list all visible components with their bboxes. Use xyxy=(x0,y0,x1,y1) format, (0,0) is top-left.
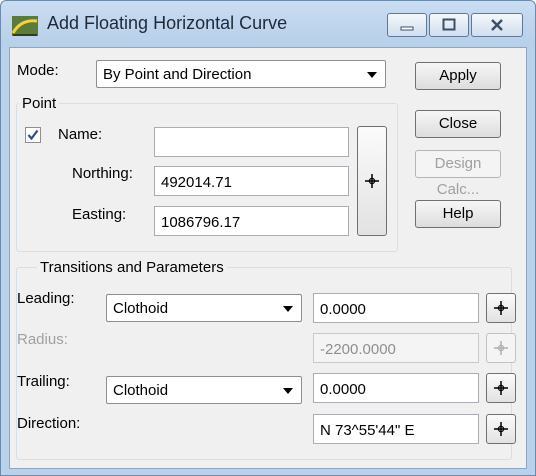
easting-label: Easting: xyxy=(72,206,127,223)
name-checkbox[interactable] xyxy=(25,127,41,143)
direction-pick-button[interactable] xyxy=(486,414,516,444)
design-calc-button[interactable]: Design Calc... xyxy=(415,150,501,198)
leading-dropdown[interactable]: Clothoid xyxy=(106,294,302,322)
leading-value: Clothoid xyxy=(113,300,169,317)
trailing-dropdown[interactable]: Clothoid xyxy=(106,376,302,404)
northing-field[interactable]: 492014.71 xyxy=(154,166,349,196)
maximize-icon xyxy=(442,18,456,31)
chevron-down-icon xyxy=(283,306,293,312)
minimize-button[interactable] xyxy=(387,13,427,37)
crosshair-icon xyxy=(494,422,508,436)
trailing-label: Trailing: xyxy=(17,373,70,390)
dialog-body: Mode: By Point and Direction Apply Close… xyxy=(9,47,527,469)
mode-dropdown[interactable]: By Point and Direction xyxy=(96,60,386,88)
radius-field[interactable]: -2200.0000 xyxy=(313,333,479,363)
window-title: Add Floating Horizontal Curve xyxy=(47,13,288,33)
leading-parameter-field[interactable]: 0.0000 xyxy=(313,293,479,323)
title-bar[interactable]: Add Floating Horizontal Curve xyxy=(1,1,535,47)
dialog-window: Add Floating Horizontal Curve Mode: By P… xyxy=(0,0,536,476)
curve-tool-icon xyxy=(11,16,38,36)
direction-field[interactable]: N 73^55'44" E xyxy=(313,414,479,444)
crosshair-icon xyxy=(494,341,508,355)
help-button[interactable]: Help xyxy=(415,200,501,228)
checkmark-icon xyxy=(27,129,39,141)
maximize-button[interactable] xyxy=(429,13,469,37)
apply-button[interactable]: Apply xyxy=(415,62,501,90)
close-window-button[interactable] xyxy=(471,13,523,37)
name-field[interactable] xyxy=(154,127,349,157)
pick-point-button[interactable] xyxy=(357,126,387,236)
crosshair-icon xyxy=(494,301,508,315)
mode-label: Mode: xyxy=(17,62,59,79)
trailing-value: Clothoid xyxy=(113,382,169,399)
trailing-parameter-field[interactable]: 0.0000 xyxy=(313,373,479,403)
name-label: Name: xyxy=(58,126,103,143)
mode-value: By Point and Direction xyxy=(103,66,252,83)
chevron-down-icon xyxy=(283,388,293,394)
northing-label: Northing: xyxy=(72,165,133,182)
leading-pick-button[interactable] xyxy=(486,293,516,323)
minimize-icon xyxy=(400,26,414,31)
close-icon xyxy=(491,19,503,31)
crosshair-icon xyxy=(365,174,379,188)
direction-label: Direction: xyxy=(17,415,81,432)
easting-field[interactable]: 1086796.17 xyxy=(154,206,349,236)
chevron-down-icon xyxy=(367,72,377,78)
radius-label: Radius: xyxy=(17,331,68,348)
crosshair-icon xyxy=(494,381,508,395)
trailing-pick-button[interactable] xyxy=(486,373,516,403)
point-group-label: Point xyxy=(19,95,60,112)
close-button[interactable]: Close xyxy=(415,110,501,138)
transitions-group-label: Transitions and Parameters xyxy=(37,259,227,276)
leading-label: Leading: xyxy=(17,290,75,307)
radius-pick-button[interactable] xyxy=(486,333,516,363)
